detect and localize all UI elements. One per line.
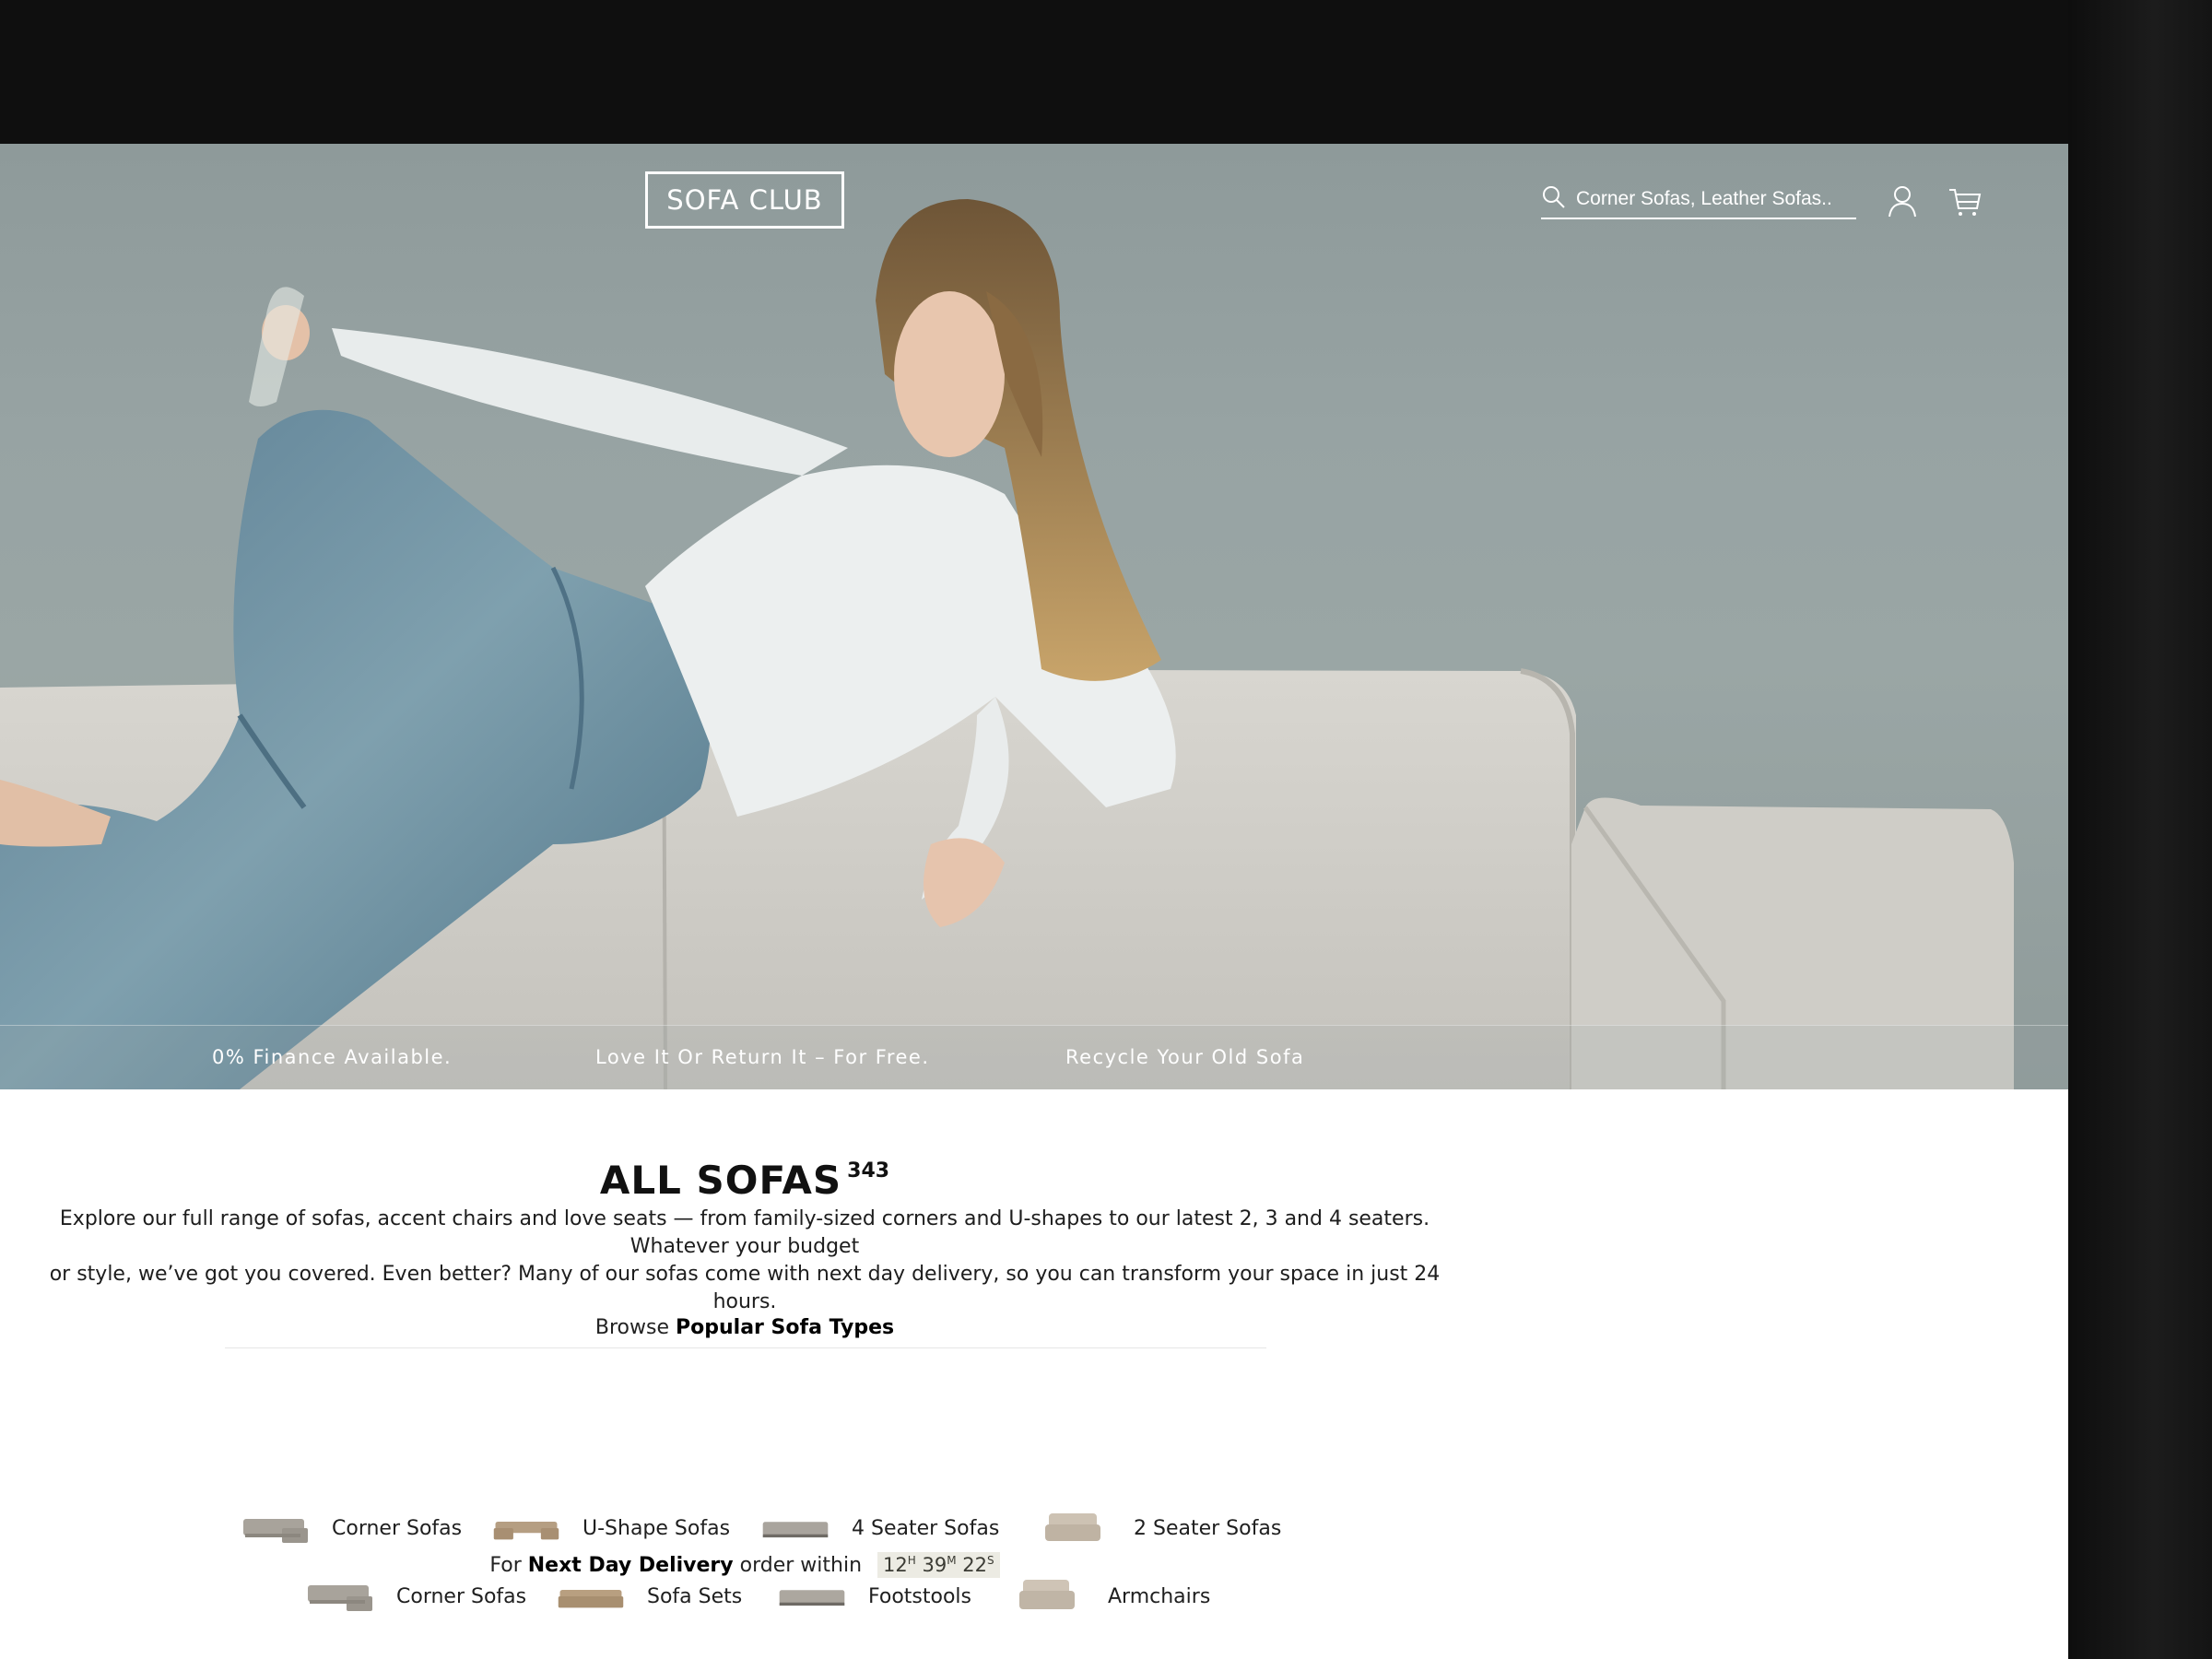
- site-logo[interactable]: SOFA CLUB: [645, 171, 844, 229]
- timer-minutes-unit: M: [947, 1554, 957, 1567]
- delivery-prefix: For: [489, 1554, 522, 1577]
- usp-returns[interactable]: Love It Or Return It – For Free.: [595, 1046, 930, 1068]
- background-edge: [2068, 0, 2212, 1659]
- usp-bar: 0% Finance Available. Love It Or Return …: [0, 1025, 2068, 1089]
- product-count: 343: [847, 1159, 890, 1182]
- timer-seconds: 22: [962, 1554, 987, 1576]
- sofa-type-2-seater-sofas[interactable]: 2 Seater Sofas: [1043, 1510, 1281, 1547]
- search-icon[interactable]: [1541, 184, 1567, 215]
- sofa-type-label: U-Shape Sofas: [582, 1516, 731, 1540]
- usp-recycle[interactable]: Recycle Your Old Sofa: [1065, 1046, 1304, 1068]
- sofa-type-label: Sofa Sets: [647, 1584, 743, 1608]
- sofa-type-corner-sofas-2[interactable]: Corner Sofas: [306, 1578, 526, 1615]
- search-input[interactable]: [1576, 188, 1853, 210]
- delivery-emphasis: Next Day Delivery: [527, 1554, 734, 1577]
- timer-minutes: 39: [922, 1554, 947, 1576]
- sofa-type-armchairs[interactable]: Armchairs: [1018, 1578, 1210, 1615]
- page-title: ALL SOFAS 343: [0, 1158, 1489, 1203]
- sofa-type-label: Corner Sofas: [332, 1516, 463, 1540]
- sofa-type-label: Corner Sofas: [396, 1584, 527, 1608]
- account-icon[interactable]: [1884, 182, 1921, 219]
- sofa-type-label: 2 Seater Sofas: [1134, 1516, 1282, 1540]
- corner-sofa-thumb: [243, 1519, 308, 1543]
- timer-hours-unit: H: [907, 1554, 916, 1567]
- hero-banner: SOFA CLUB 0%: [0, 144, 2068, 1089]
- category-title: ALL SOFAS: [599, 1158, 842, 1203]
- sofa-set-thumb: [558, 1589, 624, 1608]
- four-seater-sofa-thumb: [762, 1522, 829, 1538]
- usp-finance[interactable]: 0% Finance Available.: [212, 1046, 452, 1068]
- browse-heading: Browse Popular Sofa Types: [0, 1316, 1489, 1339]
- browse-prefix: Browse: [594, 1316, 669, 1339]
- browse-emphasis: Popular Sofa Types: [676, 1316, 895, 1339]
- cart-icon[interactable]: [1947, 182, 1983, 219]
- u-shape-sofa-thumb: [493, 1521, 559, 1540]
- sofa-type-footstools[interactable]: Footstools: [778, 1578, 971, 1615]
- footstool-thumb: [779, 1590, 845, 1606]
- sofa-type-label: Armchairs: [1108, 1584, 1211, 1608]
- sofa-type-sofa-sets[interactable]: Sofa Sets: [557, 1578, 742, 1615]
- hero-image: [0, 199, 2014, 1089]
- corner-sofa-thumb: [308, 1585, 372, 1611]
- web-page: SOFA CLUB 0%: [0, 144, 2068, 1659]
- divider: [225, 1347, 1266, 1348]
- timer-seconds-unit: S: [986, 1554, 994, 1567]
- sofa-type-u-shape-sofas[interactable]: U-Shape Sofas: [492, 1510, 730, 1547]
- delivery-suffix: order within: [739, 1554, 863, 1577]
- timer-hours: 12: [883, 1554, 908, 1576]
- countdown-timer: 12H 39M 22S: [877, 1552, 1000, 1578]
- description-line: Explore our full range of sofas, accent …: [59, 1207, 1430, 1258]
- next-day-delivery-banner: For Next Day Delivery order within 12H 3…: [0, 1552, 1489, 1578]
- description-line: or style, we’ve got you covered. Even be…: [49, 1263, 1441, 1313]
- category-description: Explore our full range of sofas, accent …: [18, 1206, 1471, 1316]
- sofa-type-label: 4 Seater Sofas: [852, 1516, 1000, 1540]
- sofa-type-4-seater-sofas[interactable]: 4 Seater Sofas: [761, 1510, 999, 1547]
- sofa-type-label: Footstools: [868, 1584, 971, 1608]
- search-bar[interactable]: [1541, 181, 1856, 219]
- armchair-thumb: [1019, 1580, 1075, 1609]
- two-seater-sofa-thumb: [1045, 1513, 1100, 1541]
- sofa-type-corner-sofas[interactable]: Corner Sofas: [241, 1510, 462, 1547]
